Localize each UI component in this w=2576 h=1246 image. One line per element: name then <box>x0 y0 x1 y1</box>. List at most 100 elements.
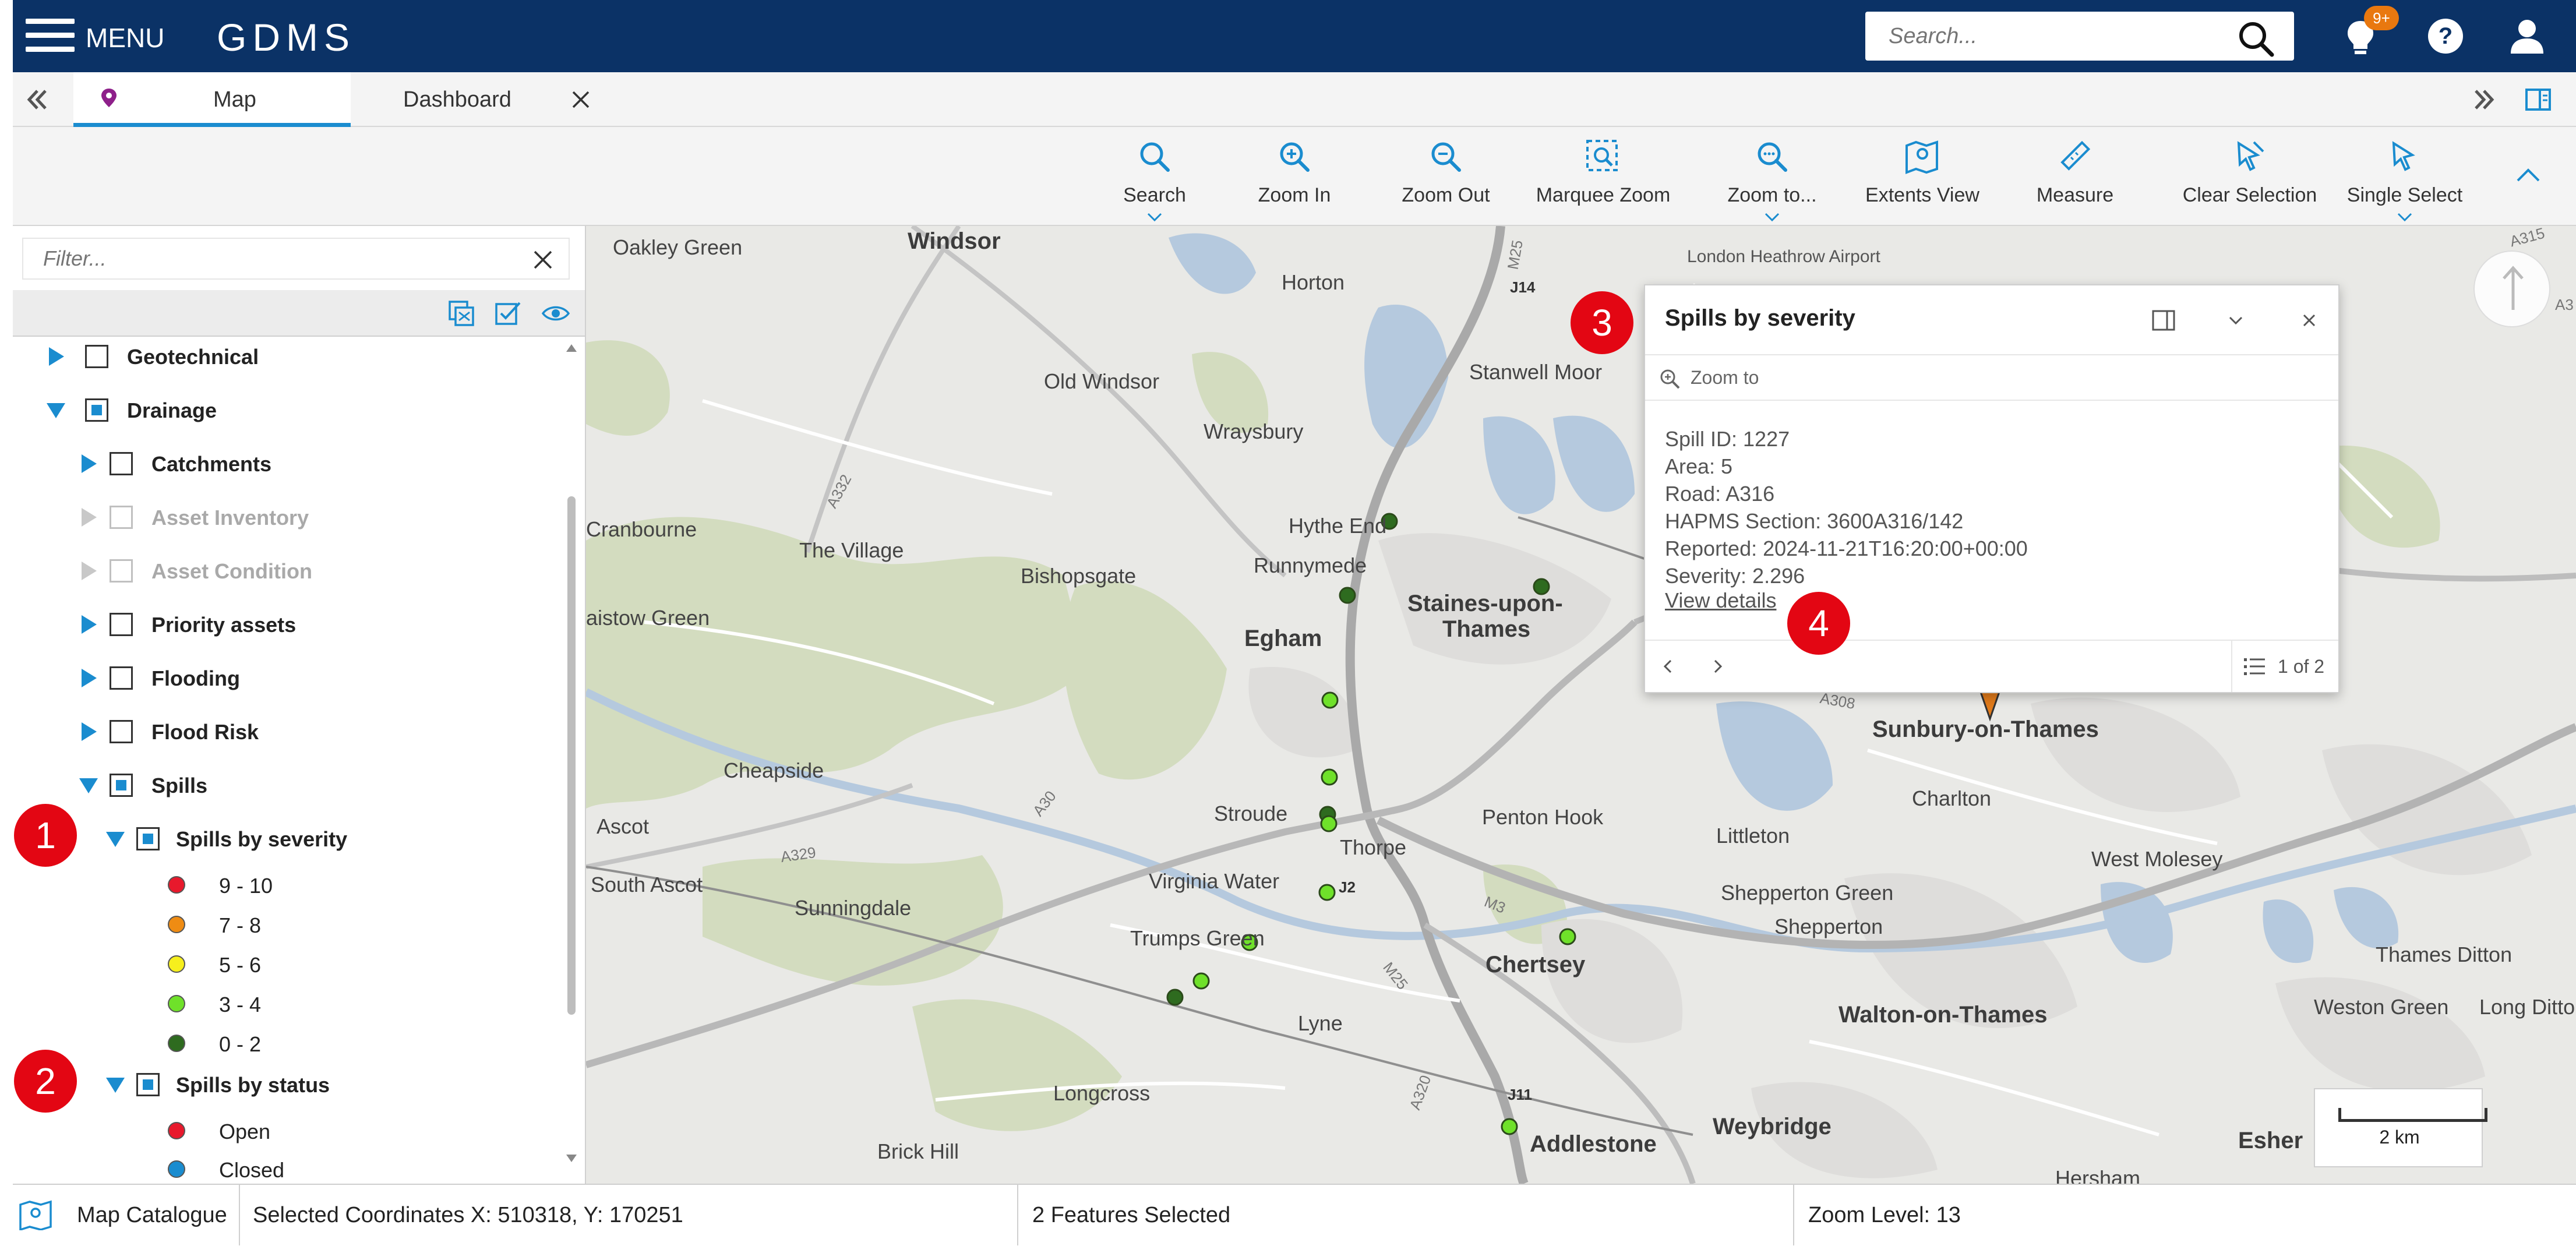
map-catalogue-button[interactable]: Map Catalogue <box>13 1185 240 1245</box>
panel-toggle-icon[interactable] <box>2524 85 2553 114</box>
view-details-link[interactable]: View details <box>1665 588 1776 613</box>
single-select-button[interactable]: Single Select <box>2329 137 2480 225</box>
check-all-icon[interactable] <box>493 298 523 329</box>
close-icon[interactable] <box>571 90 591 110</box>
next-icon[interactable] <box>1705 654 1730 679</box>
chevron-down-icon <box>2397 213 2412 222</box>
tree-item-label: Spills by status <box>176 1073 330 1097</box>
tree-item-asset-condition: Asset Condition <box>13 549 560 595</box>
visibility-icon[interactable] <box>541 298 571 329</box>
search-tool-button[interactable]: Search <box>1102 137 1207 225</box>
expand-arrow-icon[interactable] <box>78 720 99 743</box>
zoom-out-button[interactable]: Zoom Out <box>1393 137 1498 225</box>
expand-arrow-icon[interactable] <box>78 613 99 636</box>
feature-pager[interactable]: 1 of 2 <box>2231 641 2338 692</box>
map-label: Lyne <box>1298 1011 1343 1035</box>
layer-checkbox[interactable] <box>136 1073 160 1096</box>
tree-item-spills-by-severity[interactable]: Spills by severity <box>13 817 560 863</box>
collapse-all-icon[interactable] <box>446 298 477 329</box>
measure-button[interactable]: Measure <box>2017 137 2133 225</box>
layer-checkbox[interactable] <box>136 827 160 850</box>
clear-filter-icon[interactable] <box>532 249 553 270</box>
map-label: Brick Hill <box>877 1139 959 1163</box>
expand-arrow-icon[interactable] <box>45 345 66 368</box>
tree-item-spills-by-status[interactable]: Spills by status <box>13 1063 560 1109</box>
layer-filter <box>22 238 570 280</box>
expand-right-icon[interactable] <box>2470 85 2499 114</box>
legend-swatch <box>168 1160 185 1178</box>
road-label: J14 <box>1510 278 1536 296</box>
layer-checkbox[interactable] <box>85 398 108 422</box>
chevron-down-icon[interactable] <box>2223 308 2249 333</box>
legend-swatch <box>168 916 185 933</box>
zoom-to-button[interactable]: Zoom to... <box>1714 137 1830 225</box>
tree-item-flood-risk[interactable]: Flood Risk <box>13 710 560 756</box>
map-label: Cheapside <box>724 758 824 782</box>
tree-item-label: Priority assets <box>151 613 297 637</box>
global-search-input[interactable] <box>1865 12 2215 61</box>
tree-item-flooding[interactable]: Flooding <box>13 656 560 703</box>
filter-input[interactable] <box>23 239 489 278</box>
tree-item-label: Catchments <box>151 452 272 476</box>
layer-checkbox[interactable] <box>110 774 133 797</box>
previous-icon[interactable] <box>1656 654 1681 679</box>
tree-item-label: Spills <box>151 774 208 797</box>
collapse-arrow-icon[interactable] <box>105 1073 126 1096</box>
expand-arrow-icon[interactable] <box>78 666 99 690</box>
marquee-zoom-button[interactable]: Marquee Zoom <box>1527 137 1679 225</box>
north-arrow[interactable] <box>2473 250 2550 327</box>
layer-checkbox <box>110 506 133 529</box>
map-catalogue-label: Map Catalogue <box>77 1203 227 1227</box>
map-label: Egham <box>1244 626 1322 651</box>
layer-checkbox[interactable] <box>110 666 133 690</box>
tree-item-spills[interactable]: Spills <box>13 763 560 810</box>
layer-checkbox[interactable] <box>110 613 133 636</box>
collapse-left-icon[interactable] <box>22 85 51 114</box>
field-road: Road: A316 <box>1665 482 1775 506</box>
menu-label[interactable]: MENU <box>86 22 164 54</box>
dock-panel-icon[interactable] <box>2151 308 2176 333</box>
map-label: Thames <box>1442 616 1531 642</box>
help-icon[interactable]: ? <box>2422 13 2469 59</box>
ruler-icon <box>2060 140 2091 171</box>
scrollbar-thumb[interactable] <box>567 496 576 1015</box>
map-label: Thames Ditton <box>2376 943 2513 966</box>
extents-view-button[interactable]: Extents View <box>1858 137 1986 225</box>
layer-panel: Geotechnical Drainage Catchments Asset I… <box>13 226 586 1184</box>
scroll-up-icon[interactable] <box>565 343 578 353</box>
expand-arrow-icon <box>82 562 97 580</box>
collapse-arrow-icon[interactable] <box>45 398 66 422</box>
chevron-up-icon[interactable] <box>2512 163 2545 186</box>
cursor-icon <box>2392 141 2415 171</box>
tree-item-geotechnical[interactable]: Geotechnical <box>13 334 560 381</box>
road-label: J11 <box>1508 1086 1532 1103</box>
search-icon[interactable] <box>2236 19 2277 59</box>
tab-map[interactable]: Map <box>73 72 351 127</box>
close-icon[interactable] <box>2296 308 2322 333</box>
features-selected: 2 Features Selected <box>1018 1185 1794 1245</box>
layer-checkbox[interactable] <box>85 345 108 368</box>
map-label: aistow Green <box>586 606 710 630</box>
tree-item-label: Spills by severity <box>176 827 348 851</box>
layer-panel-scrollbar[interactable] <box>563 343 580 1164</box>
map-label: Longcross <box>1053 1081 1151 1105</box>
tree-item-priority-assets[interactable]: Priority assets <box>13 602 560 649</box>
layer-checkbox[interactable] <box>110 720 133 743</box>
collapse-arrow-icon[interactable] <box>105 827 126 850</box>
scroll-down-icon[interactable] <box>565 1153 578 1164</box>
zoom-in-button[interactable]: Zoom In <box>1242 137 1347 225</box>
zoom-to-action[interactable]: Zoom to <box>1645 354 2338 401</box>
tree-item-catchments[interactable]: Catchments <box>13 442 560 488</box>
map-label: Virginia Water <box>1149 869 1280 893</box>
tree-item-label: Asset Condition <box>151 559 312 583</box>
expand-arrow-icon[interactable] <box>78 452 99 475</box>
menu-icon[interactable] <box>26 17 78 54</box>
layer-checkbox[interactable] <box>110 452 133 475</box>
tree-item-drainage[interactable]: Drainage <box>13 388 560 435</box>
clear-selection-button[interactable]: Clear Selection <box>2162 137 2337 225</box>
user-icon[interactable] <box>2504 13 2550 59</box>
collapse-arrow-icon[interactable] <box>78 774 99 797</box>
map-label: Stanwell Moor <box>1469 360 1603 384</box>
chevron-down-icon <box>1765 213 1780 222</box>
tab-dashboard[interactable]: Dashboard <box>368 72 613 127</box>
